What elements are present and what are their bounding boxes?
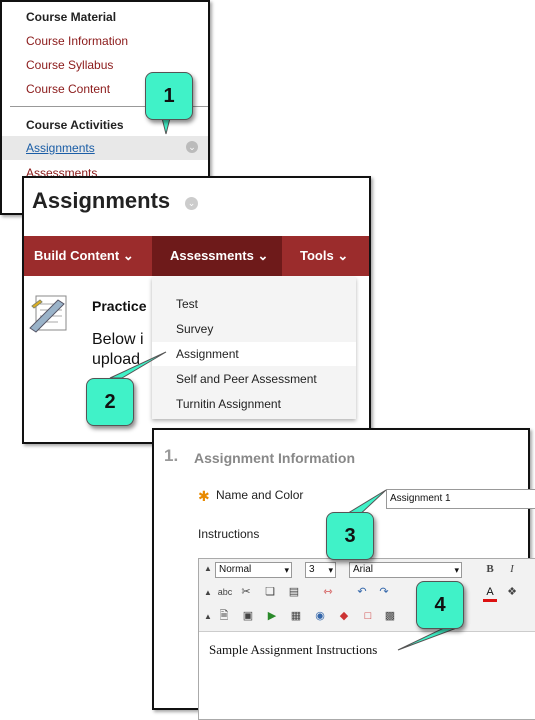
callout-4-pointer <box>397 625 463 651</box>
callout-2: 2 <box>86 378 134 426</box>
callout-4: 4 <box>416 581 464 629</box>
callout-1: 1 <box>145 72 193 120</box>
callout-3: 3 <box>326 512 374 560</box>
callout-2-pointer <box>109 351 167 379</box>
